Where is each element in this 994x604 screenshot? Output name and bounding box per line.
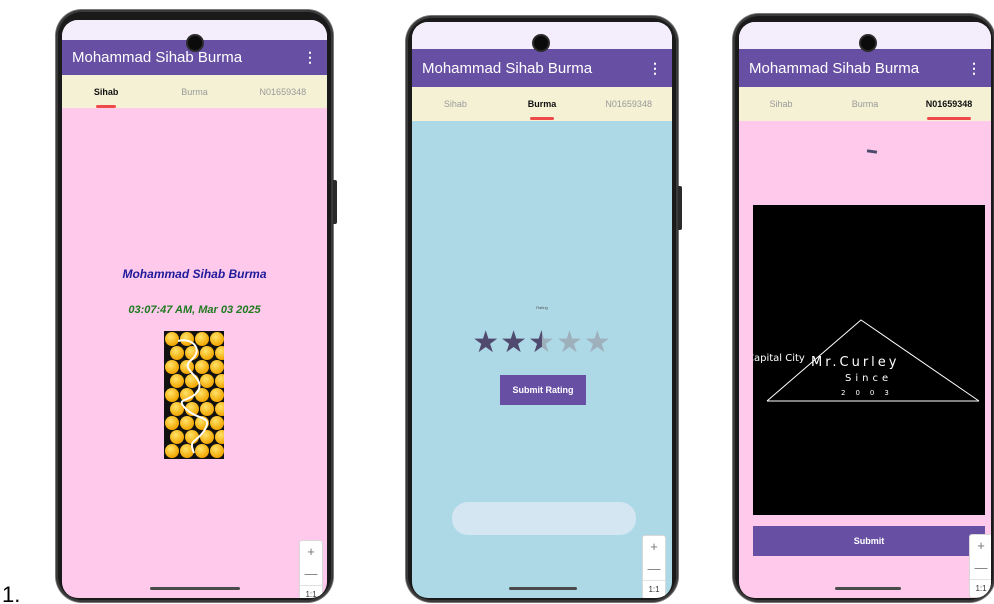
rating-label: Rating [536, 305, 548, 310]
mr-curley-logo: Capital City Mr.Curley Since 2003 [753, 205, 985, 515]
app-title: Mohammad Sihab Burma [749, 59, 920, 77]
tab-label: N01659348 [605, 99, 652, 109]
tab-label: Sihab [443, 99, 467, 109]
star-half-icon[interactable]: ★ [528, 325, 556, 360]
more-vert-icon[interactable]: ⋮ [303, 49, 317, 66]
app-bar: Mohammad Sihab Burma ⋮ [739, 49, 991, 87]
zoom-in-button[interactable]: + [300, 541, 322, 563]
tab-burma[interactable]: Burma [150, 87, 238, 97]
list-marker: 1. [2, 582, 21, 604]
tab-indicator [530, 117, 554, 120]
star-icon[interactable]: ★ [556, 325, 584, 360]
tab-label: Burma [527, 99, 557, 109]
submit-button[interactable]: Submit [753, 526, 985, 556]
zoom-ratio-button[interactable]: 1:1 [970, 579, 991, 597]
zoom-out-button[interactable]: — [643, 558, 665, 580]
tab-burma[interactable]: Burma [823, 99, 907, 109]
logo-brand-text: Mr.Curley [811, 355, 900, 370]
phone-frame-3: Mohammad Sihab Burma ⋮ Sihab Burma N0165… [733, 14, 994, 602]
app-title: Mohammad Sihab Burma [422, 59, 593, 77]
home-indicator [835, 587, 901, 590]
home-indicator [150, 587, 240, 590]
zoom-out-button[interactable]: — [300, 563, 322, 585]
logo-since-text: Since [845, 373, 893, 384]
star-icon[interactable]: ★ [584, 325, 612, 360]
tab-id[interactable]: N01659348 [239, 87, 327, 97]
tab-sihab[interactable]: Sihab [62, 86, 150, 108]
zoom-in-button[interactable]: + [970, 535, 991, 557]
more-vert-icon[interactable]: ⋮ [648, 60, 662, 77]
logo-year-text: 2003 [841, 389, 899, 397]
rating-bar[interactable]: ★★★★★ [412, 325, 672, 360]
tab-sihab[interactable]: Sihab [412, 99, 499, 109]
tab-row: Sihab Burma N01659348 [412, 87, 672, 121]
logo-left-text: Capital City [753, 353, 805, 364]
tab-label: Sihab [769, 99, 793, 109]
sihab-tab-content: Mohammad Sihab Burma 03:07:47 AM, Mar 03… [62, 108, 327, 598]
screen-1: Mohammad Sihab Burma ⋮ Sihab Burma N0165… [62, 20, 327, 598]
star-icon[interactable]: ★ [472, 325, 500, 360]
tab-row: Sihab Burma N01659348 [62, 75, 327, 108]
tab-id[interactable]: N01659348 [585, 99, 672, 109]
screen-2: Mohammad Sihab Burma ⋮ Sihab Burma N0165… [412, 22, 672, 598]
front-camera [861, 36, 875, 50]
text-input-field[interactable] [452, 502, 636, 535]
tab-row: Sihab Burma N01659348 [739, 87, 991, 121]
submit-rating-button[interactable]: Submit Rating [500, 375, 586, 405]
phone-frame-2: Mohammad Sihab Burma ⋮ Sihab Burma N0165… [406, 16, 682, 602]
side-button [333, 180, 337, 224]
zoom-in-button[interactable]: + [643, 536, 665, 558]
screen-3: Mohammad Sihab Burma ⋮ Sihab Burma N0165… [739, 22, 991, 598]
tab-burma[interactable]: Burma [499, 99, 586, 120]
tab-label: N01659348 [925, 99, 973, 109]
phone-frame-1: Mohammad Sihab Burma ⋮ Sihab Burma N0165… [56, 10, 337, 602]
zoom-ratio-button[interactable]: 1:1 [300, 585, 322, 598]
streak-script-overlay [177, 339, 209, 454]
tab-id[interactable]: N01659348 [907, 99, 991, 120]
star-icon[interactable]: ★ [500, 325, 528, 360]
tab-label: Sihab [93, 86, 119, 97]
home-indicator [509, 587, 577, 590]
zoom-controls: + — 1:1 [299, 540, 323, 598]
id-tab-content: Capital City Mr.Curley Since 2003 Submit [739, 121, 991, 598]
front-camera [534, 36, 548, 50]
tab-label: Burma [851, 99, 879, 109]
front-camera [188, 36, 202, 50]
tab-label: N01659348 [259, 86, 307, 97]
streak-emoji-image [164, 331, 224, 459]
app-title: Mohammad Sihab Burma [72, 49, 243, 66]
zoom-controls: + — 1:1 [642, 535, 666, 598]
tab-sihab[interactable]: Sihab [739, 99, 823, 109]
loading-indicator [866, 149, 878, 154]
tab-label: Burma [181, 86, 208, 97]
name-text: Mohammad Sihab Burma [122, 267, 267, 281]
zoom-out-button[interactable]: — [970, 557, 991, 579]
more-vert-icon[interactable]: ⋮ [967, 60, 981, 77]
zoom-controls: + — 1:1 [969, 534, 991, 598]
zoom-ratio-button[interactable]: 1:1 [643, 580, 665, 598]
app-bar: Mohammad Sihab Burma ⋮ [412, 49, 672, 87]
side-button [678, 186, 682, 230]
datetime-text: 03:07:47 AM, Mar 03 2025 [128, 304, 261, 316]
tab-indicator [927, 117, 971, 120]
